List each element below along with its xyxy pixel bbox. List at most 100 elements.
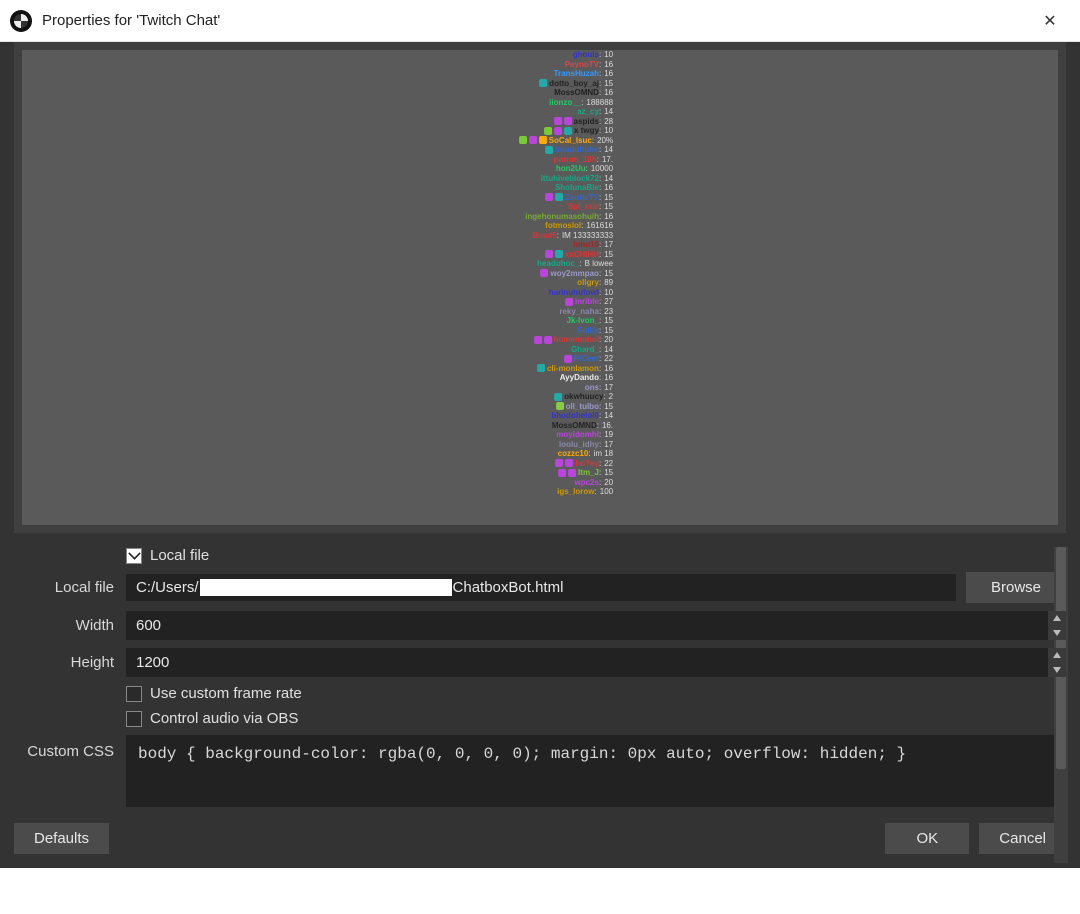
chat-line: headohoc_: B lowee <box>443 259 613 269</box>
chat-line: cli-monlamon: 16 <box>443 364 613 374</box>
chat-username: moyidomhl <box>556 430 599 440</box>
chat-line: pornm_18h: 17. <box>443 155 613 165</box>
height-step-up[interactable] <box>1048 648 1066 663</box>
local-file-input[interactable]: C:/Users/ChatboxBot.html <box>126 574 956 602</box>
chat-username: wpc2s <box>574 478 598 488</box>
chat-message: im 18 <box>594 449 614 459</box>
chat-line: PiCeer: 22 <box>443 354 613 364</box>
chat-badge-icon <box>554 127 562 135</box>
properties-form: Local file Local file C:/Users/ChatboxBo… <box>14 547 1066 807</box>
twitch-chat-preview: ghouls: 10PeynoTV: 16TransHuzah: 16dotto… <box>443 50 613 497</box>
chat-badge-icon <box>544 336 552 344</box>
chat-username: headohoc_ <box>537 259 579 269</box>
chat-username: ZxotlcTV <box>565 193 599 203</box>
chat-username: harinuhufowl <box>549 288 599 298</box>
chat-message: 22 <box>604 354 613 364</box>
chat-username: reky_naha <box>559 307 599 317</box>
chat-username: SoCal_lsuc <box>549 136 592 146</box>
chat-line: ghouls: 10 <box>443 50 613 60</box>
chat-message: 188888 <box>586 98 613 108</box>
chat-line: wpc2s: 20 <box>443 478 613 488</box>
chat-badge-icon <box>554 393 562 401</box>
chat-message: 89 <box>604 278 613 288</box>
chat-line: reky_naha: 23 <box>443 307 613 317</box>
chat-message: 16. <box>602 421 613 431</box>
control-audio-checkbox[interactable] <box>126 711 142 727</box>
chat-message: 10 <box>604 126 613 136</box>
source-preview: ghouls: 10PeynoTV: 16TransHuzah: 16dotto… <box>22 50 1058 525</box>
chat-username: ollgry <box>577 278 599 288</box>
chat-badge-icon <box>519 136 527 144</box>
chat-message: 19 <box>604 430 613 440</box>
custom-css-input[interactable] <box>126 735 1066 807</box>
chat-badge-icon <box>556 402 564 410</box>
local-file-checkbox[interactable] <box>126 548 142 564</box>
chat-message: 20 <box>604 335 613 345</box>
control-audio-label: Control audio via OBS <box>150 710 298 727</box>
chat-message: 2 <box>609 392 613 402</box>
local-file-label: Local file <box>14 579 126 596</box>
chat-line: inrible: 27 <box>443 297 613 307</box>
chat-username: hmu10 <box>573 240 599 250</box>
chat-username: az_cy <box>577 107 599 117</box>
chat-line: Itm_J: 15 <box>443 468 613 478</box>
chat-line: homemohol: 20 <box>443 335 613 345</box>
width-step-down[interactable] <box>1048 626 1066 641</box>
chat-username: pornm_18h <box>554 155 597 165</box>
chat-message: 14 <box>604 145 613 155</box>
chat-badge-icon <box>545 250 553 258</box>
height-input[interactable] <box>126 648 1066 677</box>
custom-frame-rate-checkbox[interactable] <box>126 686 142 702</box>
chat-message: 16 <box>604 183 613 193</box>
chat-badge-icon <box>564 355 572 363</box>
chat-message: 20% <box>597 136 613 146</box>
chat-message: 14 <box>604 345 613 355</box>
chat-line: MossOMND: 16. <box>443 421 613 431</box>
chat-username: iionzo__ <box>549 98 581 108</box>
chat-badge-icon <box>564 117 572 125</box>
defaults-button[interactable]: Defaults <box>14 823 109 854</box>
chat-line: SholunaBle: 16 <box>443 183 613 193</box>
chat-username: aspids <box>574 117 599 127</box>
chat-line: woy2mmpao: 15 <box>443 269 613 279</box>
width-step-up[interactable] <box>1048 611 1066 626</box>
height-label: Height <box>14 654 126 671</box>
chat-username: ho?ey <box>575 459 599 469</box>
chat-username: cozzc10 <box>558 449 589 459</box>
chat-line: bhodohelol0: 14 <box>443 411 613 421</box>
chat-message: 23 <box>604 307 613 317</box>
chat-message: 15 <box>604 202 613 212</box>
chat-message: 27 <box>604 297 613 307</box>
browse-button[interactable]: Browse <box>966 572 1066 603</box>
chat-username: dotto_boy_aj <box>549 79 599 89</box>
chat-message: 10 <box>604 288 613 298</box>
chat-line: hon2Uu: 10000 <box>443 164 613 174</box>
chat-message: 17 <box>604 383 613 393</box>
chat-username: Spl_rale <box>568 202 599 212</box>
close-icon[interactable]: ✕ <box>1030 11 1070 31</box>
ok-button[interactable]: OK <box>885 823 969 854</box>
chat-username: ittuhiveblock72 <box>541 174 599 184</box>
chat-username: inrible <box>575 297 599 307</box>
chat-line: iionzo__: 188888 <box>443 98 613 108</box>
chat-username: oll_tulbo <box>566 402 599 412</box>
chat-badge-icon <box>565 459 573 467</box>
chat-message: 16 <box>604 373 613 383</box>
height-step-down[interactable] <box>1048 663 1066 678</box>
chat-message: 15 <box>604 468 613 478</box>
chat-line: doudohuho: 14 <box>443 145 613 155</box>
cancel-button[interactable]: Cancel <box>979 823 1066 854</box>
chat-username: PiCeer <box>574 354 599 364</box>
chat-line: Busd5: IM 133333333 <box>443 231 613 241</box>
chat-message: 28 <box>604 117 613 127</box>
chat-username: TransHuzah <box>554 69 599 79</box>
width-input[interactable] <box>126 611 1066 640</box>
local-file-checkbox-label: Local file <box>150 547 209 564</box>
chat-badge-icon <box>564 127 572 135</box>
chat-line: ZxotlcTV: 15 <box>443 193 613 203</box>
chat-line: harinuhufowl: 10 <box>443 288 613 298</box>
form-scrollbar[interactable] <box>1054 547 1068 863</box>
path-redaction <box>200 579 452 596</box>
chat-message: 14 <box>604 107 613 117</box>
width-label: Width <box>14 617 126 634</box>
